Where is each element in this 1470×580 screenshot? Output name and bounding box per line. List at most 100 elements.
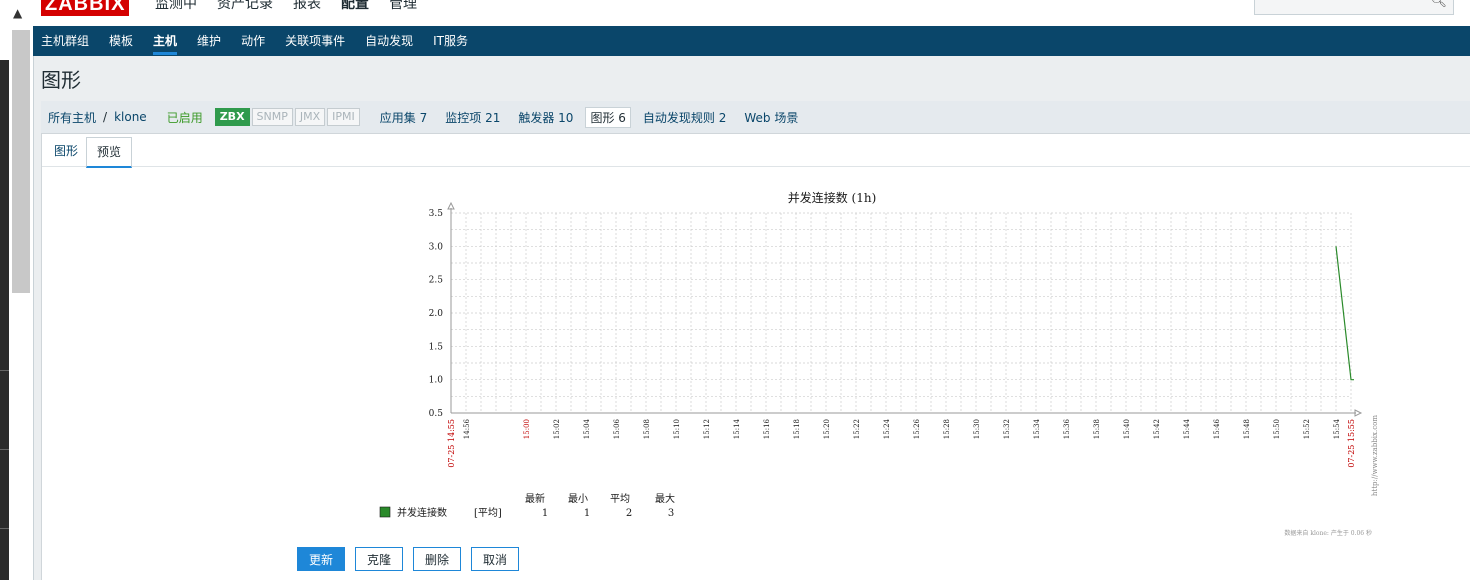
- legend-value-last: 1: [542, 508, 548, 519]
- y-tick-label: 3.5: [429, 209, 444, 219]
- tab-graph[interactable]: 图形: [44, 137, 88, 165]
- divider: [0, 528, 9, 529]
- x-tick-label: 15:48: [1243, 419, 1251, 439]
- chart-title: 并发连接数 (1h): [788, 190, 877, 205]
- x-tick-label: 07-25 15:55: [1347, 419, 1356, 468]
- badge-jmx: JMX: [294, 108, 326, 126]
- main-menu: 监测中 资产记录 报表 配置 管理: [155, 0, 437, 14]
- left-gutter: ▲: [0, 0, 34, 580]
- x-tick-label: 15:36: [1063, 418, 1071, 439]
- zabbix-watermark: http://www.zabbix.com: [1371, 415, 1379, 496]
- legend: 最新 最小 平均 最大 并发连接数 [平均] 1 1 2 3: [379, 492, 675, 519]
- x-tick-label: 15:16: [763, 418, 771, 439]
- y-tick-label: 2.0: [429, 309, 444, 319]
- legend-header-min: 最小: [568, 493, 588, 505]
- submenu-actions[interactable]: 动作: [241, 27, 265, 55]
- top-bar: ZABBIX 监测中 资产记录 报表 配置 管理 🔍︎: [33, 0, 1470, 27]
- y-tick-label: 2.5: [429, 276, 444, 286]
- submenu-discovery[interactable]: 自动发现: [365, 27, 413, 55]
- submenu-templates[interactable]: 模板: [109, 27, 133, 55]
- x-tick-label: 14:56: [463, 418, 471, 439]
- x-tick-label: 15:30: [973, 419, 981, 439]
- x-tick-label: 15:54: [1333, 418, 1341, 439]
- link-graphs[interactable]: 图形 6: [585, 106, 631, 128]
- menu-reports[interactable]: 报表: [293, 0, 321, 14]
- scrollbar-thumb[interactable]: [12, 30, 30, 293]
- badge-zbx: ZBX: [214, 108, 250, 126]
- delete-button[interactable]: 删除: [413, 547, 461, 571]
- cancel-button[interactable]: 取消: [471, 547, 519, 571]
- x-tick-label: 15:12: [703, 419, 711, 439]
- search-input[interactable]: 🔍︎: [1254, 0, 1454, 15]
- badge-snmp: SNMP: [251, 108, 293, 126]
- x-tick-label: 15:50: [1273, 419, 1281, 439]
- graph-preview: 并发连接数 (1h) 3.5 3.0 2.5 2.0 1.5 1.0 0.5 07-25 1…: [342, 180, 1392, 540]
- zabbix-logo[interactable]: ZABBIX: [41, 0, 130, 16]
- menu-monitoring[interactable]: 监测中: [155, 0, 197, 14]
- link-items[interactable]: 监控项 21: [445, 109, 500, 126]
- breadcrumb-host[interactable]: klone: [114, 110, 147, 124]
- scroll-up-icon[interactable]: ▲: [13, 6, 22, 20]
- legend-value-min: 1: [584, 508, 590, 519]
- x-tick-label: 07-25 14:55: [447, 419, 456, 468]
- breadcrumb-separator: /: [103, 110, 108, 124]
- x-tick-label: 15:06: [613, 418, 621, 439]
- x-tick-label: 15:42: [1153, 419, 1161, 439]
- link-triggers[interactable]: 触发器 10: [518, 109, 573, 126]
- x-tick-label: 15:08: [643, 419, 651, 439]
- menu-administration[interactable]: 管理: [389, 0, 417, 14]
- y-tick-label: 3.0: [429, 242, 444, 252]
- x-tick-label: 15:02: [553, 419, 561, 439]
- x-tick-label: 15:18: [793, 419, 801, 439]
- chart-grid: [447, 201, 1363, 417]
- x-tick-label: 15:24: [883, 418, 891, 439]
- sub-menu: 主机群组 模板 主机 维护 动作 关联项事件 自动发现 IT服务: [33, 26, 1470, 56]
- host-breadcrumb-bar: 所有主机 / klone 已启用 ZBX SNMP JMX IPMI 应用集 7…: [41, 101, 1470, 134]
- legend-value-avg: 2: [626, 508, 632, 519]
- submenu-maintenance[interactable]: 维护: [197, 27, 221, 55]
- x-tick-label: 15:14: [733, 418, 741, 439]
- submenu-correlation[interactable]: 关联项事件: [285, 27, 345, 55]
- legend-header-avg: 平均: [610, 493, 630, 505]
- x-tick-label: 15:34: [1033, 418, 1041, 439]
- x-tick-label: 15:26: [913, 418, 921, 439]
- x-tick-label: 15:20: [823, 419, 831, 439]
- x-tick-label: 15:32: [1003, 419, 1011, 439]
- y-tick-label: 1.5: [429, 342, 444, 352]
- legend-swatch: [379, 506, 391, 518]
- legend-item-name: 并发连接数: [397, 506, 447, 519]
- x-axis-ticks: 07-25 14:55 14:56 15:00 15:02 15:04 15:06 15:0…: [447, 418, 1356, 467]
- submenu-it-services[interactable]: IT服务: [433, 27, 468, 55]
- content-panel: 图形 预览 并发连接数 (1h) 3.5 3.0 2.5 2.0 1.5 1.0 0.5 0…: [41, 134, 1470, 580]
- x-tick-label: 15:10: [673, 419, 681, 439]
- x-tick-label: 15:38: [1093, 419, 1101, 439]
- submenu-hosts[interactable]: 主机: [153, 27, 178, 55]
- badge-ipmi: IPMI: [327, 108, 360, 126]
- update-button[interactable]: 更新: [297, 547, 345, 571]
- x-tick-label: 15:44: [1183, 418, 1191, 439]
- menu-configuration[interactable]: 配置: [341, 0, 369, 14]
- link-web-scenarios[interactable]: Web 场景: [744, 109, 798, 126]
- background-window: [0, 60, 9, 580]
- breadcrumb-all-hosts[interactable]: 所有主机: [48, 109, 96, 126]
- search-icon[interactable]: 🔍︎: [1430, 0, 1447, 9]
- chart-footer-note: 数据来自 klone: 产生于 0.06 秒: [1284, 529, 1372, 537]
- link-applications[interactable]: 应用集 7: [380, 109, 427, 126]
- link-discovery-rules[interactable]: 自动发现规则 2: [643, 109, 726, 126]
- x-tick-label: 15:40: [1123, 419, 1131, 439]
- y-tick-label: 0.5: [429, 409, 444, 419]
- x-tick-label: 15:04: [583, 418, 591, 439]
- x-tick-label: 15:00: [523, 419, 531, 439]
- tab-bar: 图形 预览: [42, 134, 1470, 168]
- y-tick-label: 1.0: [429, 376, 444, 386]
- divider: [0, 449, 9, 450]
- clone-button[interactable]: 克隆: [355, 547, 403, 571]
- legend-header-max: 最大: [655, 492, 675, 505]
- divider: [0, 370, 9, 371]
- menu-inventory[interactable]: 资产记录: [217, 0, 273, 14]
- tab-preview[interactable]: 预览: [86, 137, 133, 168]
- y-axis-ticks: 3.5 3.0 2.5 2.0 1.5 1.0 0.5: [429, 209, 444, 419]
- x-tick-label: 15:52: [1303, 419, 1311, 439]
- submenu-host-groups[interactable]: 主机群组: [41, 27, 89, 55]
- page-title: 图形: [41, 68, 81, 92]
